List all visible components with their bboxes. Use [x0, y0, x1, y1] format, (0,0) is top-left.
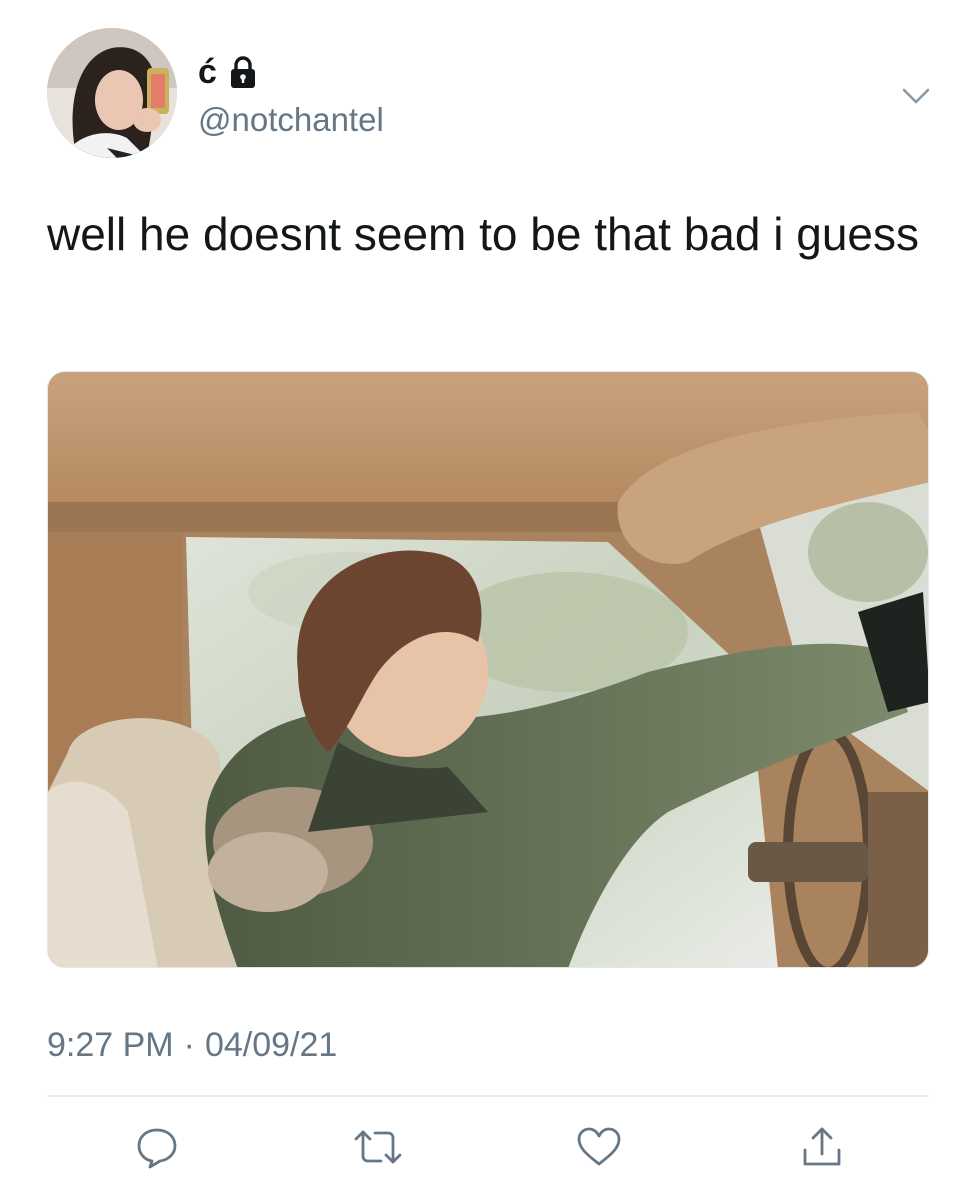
photo-image: [48, 372, 928, 967]
share-icon: [803, 1127, 841, 1166]
like-button[interactable]: [572, 1120, 626, 1174]
reply-button[interactable]: [130, 1120, 184, 1174]
display-name-text: ć: [198, 53, 217, 91]
tweet-time: 9:27 PM: [47, 1026, 174, 1064]
tweet-timestamp[interactable]: 9:27 PM · 04/09/21: [47, 1023, 337, 1067]
tweet-text: well he doesnt seem to be that bad i gue…: [47, 208, 920, 260]
tweet-menu-button[interactable]: [896, 76, 936, 116]
timestamp-separator: ·: [183, 1026, 195, 1064]
display-name[interactable]: ć: [198, 52, 261, 92]
tweet: ć @notchantel well he doesnt seem to be …: [0, 0, 977, 1200]
lock-icon: [230, 56, 255, 88]
retweet-icon: [354, 1130, 402, 1164]
avatar[interactable]: [47, 28, 177, 158]
avatar-photo: [47, 28, 177, 158]
divider: [47, 1095, 929, 1097]
tweet-date: 04/09/21: [204, 1026, 338, 1064]
chevron-down-icon: [902, 88, 930, 104]
share-button[interactable]: [795, 1120, 849, 1174]
author-handle[interactable]: @notchantel: [198, 100, 384, 140]
retweet-button[interactable]: [351, 1120, 405, 1174]
heart-icon: [577, 1127, 621, 1166]
comment-icon: [137, 1128, 177, 1169]
tweet-photo[interactable]: [47, 371, 929, 968]
